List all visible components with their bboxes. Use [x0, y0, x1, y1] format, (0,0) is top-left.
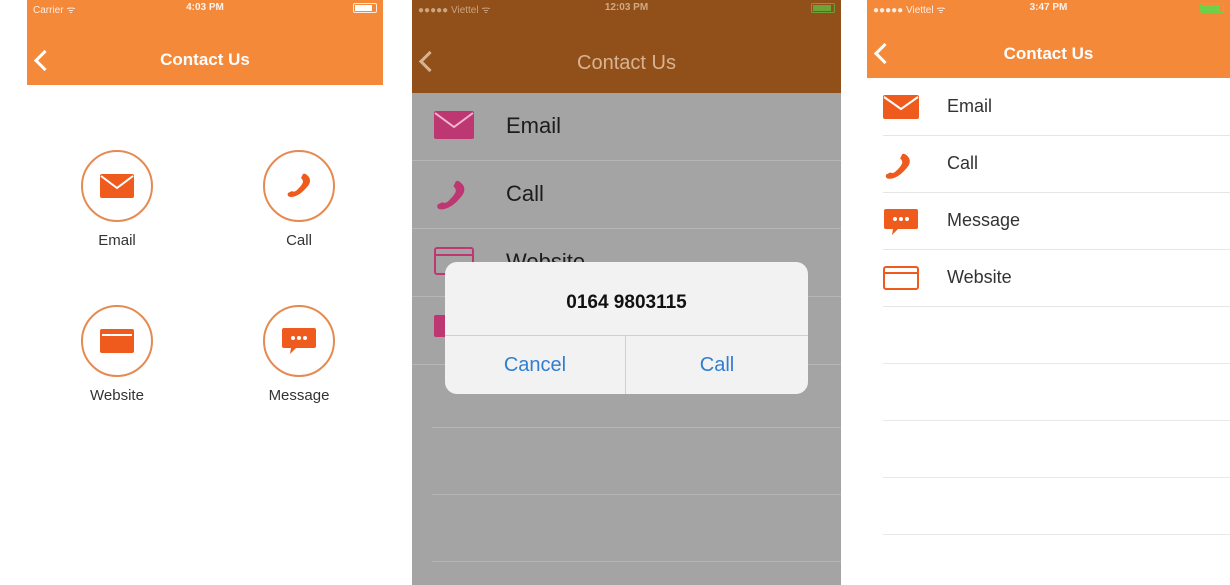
envelope-icon	[100, 174, 134, 198]
grid-item-label: Call	[286, 232, 312, 249]
list-item-website[interactable]: Website	[883, 249, 1230, 307]
grid-item-website[interactable]: Website	[57, 305, 177, 404]
call-button[interactable]: Call	[626, 336, 808, 394]
page-title: Contact Us	[577, 52, 676, 74]
page-title: Contact Us	[160, 50, 250, 69]
grid-item-label: Message	[268, 387, 330, 404]
battery-icon	[811, 3, 835, 13]
divider	[432, 561, 841, 562]
browser-icon	[100, 329, 134, 353]
envelope-icon	[434, 111, 474, 139]
list-item-label: Call	[506, 181, 544, 206]
nav-bar: ●●●●● Viettel ᯤ 3:47 PM Contact Us	[867, 0, 1230, 78]
divider	[432, 427, 841, 428]
grid-item-label: Email	[98, 232, 136, 249]
divider	[432, 494, 841, 495]
list-item-email[interactable]: Email	[883, 78, 1230, 136]
list-item-label: Message	[947, 210, 1021, 230]
email-circle-button[interactable]	[81, 150, 153, 222]
list-item-call[interactable]: Call	[883, 135, 1230, 193]
phone-icon	[437, 180, 465, 210]
list-item-call[interactable]: Call	[412, 161, 841, 229]
nav-bar: ●●●●● Viettel ᯤ 12:03 PM Contact Us	[412, 0, 841, 93]
grid-item-email[interactable]: Email	[57, 150, 177, 249]
list-item-message[interactable]: Message	[883, 192, 1230, 250]
status-bar: Carrier ᯤ 4:03 PM	[27, 0, 383, 16]
call-alert-dialog: 0164 9803115 Cancel Call	[445, 262, 808, 394]
cancel-button[interactable]: Cancel	[445, 336, 625, 394]
divider	[883, 477, 1230, 478]
list-item-label: Website	[947, 267, 1012, 287]
status-time: 3:47 PM	[1029, 2, 1068, 13]
phone-icon	[287, 173, 310, 197]
grid-item-label: Website	[90, 387, 144, 404]
nav-bar: Carrier ᯤ 4:03 PM Contact Us	[27, 0, 383, 85]
grid-item-message[interactable]: Message	[239, 305, 359, 404]
status-bar: ●●●●● Viettel ᯤ 12:03 PM	[412, 0, 841, 16]
battery-icon	[353, 3, 377, 13]
contact-list-screen: ●●●●● Viettel ᯤ 3:47 PM Contact Us Email…	[867, 0, 1230, 585]
list-item-label: Email	[947, 96, 993, 116]
divider	[883, 363, 1230, 364]
list-item-email[interactable]: Email	[412, 93, 841, 161]
website-circle-button[interactable]	[81, 305, 153, 377]
envelope-icon	[883, 95, 919, 119]
status-time: 12:03 PM	[604, 2, 649, 13]
contact-grid-screen: Carrier ᯤ 4:03 PM Contact Us Email Call	[27, 0, 383, 585]
browser-icon	[883, 266, 919, 290]
divider	[883, 534, 1230, 535]
message-circle-button[interactable]	[263, 305, 335, 377]
call-circle-button[interactable]	[263, 150, 335, 222]
grid-item-call[interactable]: Call	[239, 150, 359, 249]
status-time: 4:03 PM	[186, 2, 224, 13]
page-title: Contact Us	[1003, 44, 1094, 63]
list-item-label: Email	[506, 113, 562, 138]
status-bar: ●●●●● Viettel ᯤ 3:47 PM	[867, 0, 1230, 16]
divider	[883, 420, 1230, 421]
contact-call-dialog-screen: ●●●●● Viettel ᯤ 12:03 PM Contact Us Emai…	[412, 0, 841, 585]
list-item-label: Call	[947, 153, 979, 173]
chat-bubble-icon	[884, 209, 918, 235]
phone-number: 0164 9803115	[566, 292, 687, 313]
phone-icon	[885, 153, 910, 179]
battery-icon	[1200, 3, 1224, 13]
chat-bubble-icon	[282, 328, 316, 354]
